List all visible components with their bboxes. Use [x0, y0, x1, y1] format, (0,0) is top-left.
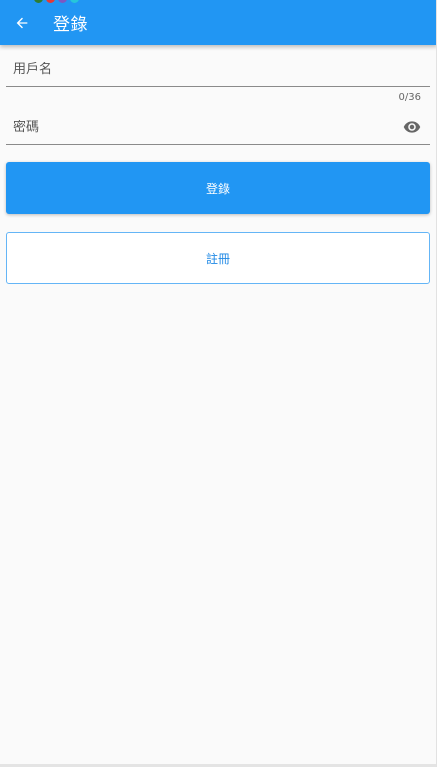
username-char-counter: 0/36	[398, 92, 421, 103]
app-bar: 登錄	[0, 0, 436, 45]
password-input[interactable]	[6, 119, 430, 135]
status-icon-4	[70, 0, 79, 3]
login-screen: 登錄 0/36 登錄 註冊	[0, 0, 437, 767]
status-icon-2	[46, 0, 55, 3]
arrow-left-icon	[16, 17, 28, 28]
status-icon-1	[34, 0, 43, 3]
page-title: 登錄	[53, 15, 88, 35]
toggle-password-visibility-button[interactable]	[402, 117, 422, 137]
register-button[interactable]: 註冊	[6, 232, 430, 284]
eye-icon	[403, 121, 421, 133]
username-field-container	[6, 52, 430, 87]
status-bar-icons	[34, 0, 79, 3]
status-icon-3	[58, 0, 67, 3]
back-button[interactable]	[2, 0, 42, 45]
login-button[interactable]: 登錄	[6, 162, 430, 214]
password-field-container	[6, 110, 430, 145]
username-input[interactable]	[6, 61, 430, 77]
